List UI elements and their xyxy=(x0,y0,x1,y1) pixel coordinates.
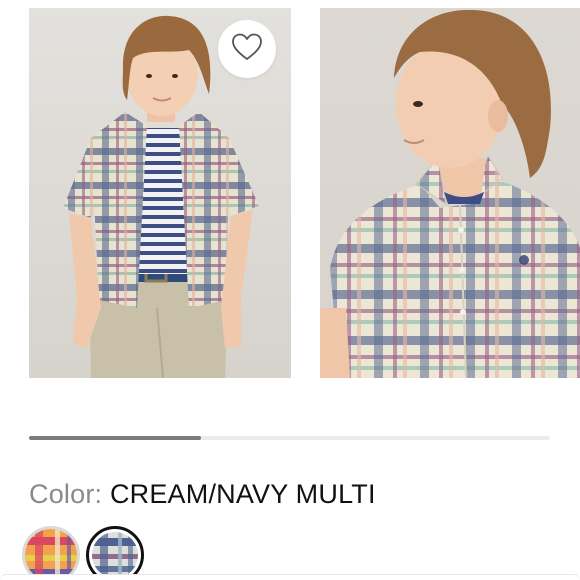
swatch-selected-inner xyxy=(92,532,138,578)
color-selection-label: Color: CREAM/NAVY MULTI xyxy=(29,476,376,512)
color-swatch-orange-plaid[interactable] xyxy=(22,526,80,580)
color-label: Color: xyxy=(29,479,103,509)
color-value: CREAM/NAVY MULTI xyxy=(109,479,376,509)
heart-outline-icon xyxy=(232,33,262,66)
bottom-sheet-edge xyxy=(0,574,580,580)
product-image-carousel[interactable] xyxy=(0,0,580,378)
product-page: Color: CREAM/NAVY MULTI xyxy=(0,0,580,580)
carousel-progress-track[interactable] xyxy=(29,436,550,440)
plaid-swatch-icon xyxy=(92,532,138,578)
plaid-swatch-icon xyxy=(25,529,77,580)
product-image-side[interactable] xyxy=(320,8,580,378)
color-swatch-cream-navy-plaid[interactable] xyxy=(86,526,144,580)
carousel-progress-fill xyxy=(29,436,201,440)
favorite-button[interactable] xyxy=(218,20,276,78)
